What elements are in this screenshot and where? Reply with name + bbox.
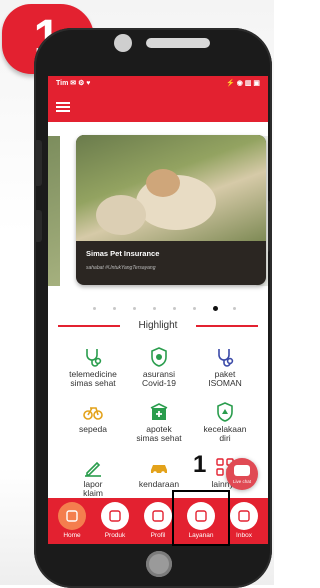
highlight-label: sepeda <box>79 424 107 434</box>
inbox-icon <box>230 502 258 530</box>
nav-item-produk[interactable]: Produk <box>95 502 135 539</box>
divider <box>196 325 258 327</box>
status-bar: Tim ✉ ⚙ ♥ ⚡ ◉ ▥ ▣ <box>48 76 268 92</box>
speaker-grille <box>146 38 210 48</box>
nav-item-home[interactable]: Home <box>52 502 92 539</box>
carousel-dot[interactable] <box>93 307 96 310</box>
highlight-item[interactable]: paket ISOMAN <box>190 347 260 388</box>
home-icon <box>58 502 86 530</box>
divider <box>58 325 120 327</box>
carousel-peek-left[interactable] <box>48 136 60 286</box>
camera-icon <box>114 34 132 52</box>
lock-profile-icon <box>144 502 172 530</box>
nav-label: Inbox <box>236 532 252 539</box>
carousel-dot[interactable] <box>213 306 218 311</box>
highlight-label: lapor klaim <box>83 479 103 498</box>
carousel-dot[interactable] <box>173 307 176 310</box>
side-button <box>34 210 42 242</box>
menu-icon[interactable] <box>56 102 70 112</box>
promo-card[interactable]: Simas Pet Insurance sahabat #UntukYangTe… <box>76 135 266 285</box>
pet-photo <box>76 135 266 241</box>
live-chat-label: Live chat <box>232 479 251 484</box>
report-pen-icon <box>83 457 103 477</box>
highlight-item[interactable]: asuransi Covid-19 <box>124 347 194 388</box>
carousel-dots <box>88 305 248 313</box>
highlight-label: telemedicine simas sehat <box>69 369 117 388</box>
bottom-nav: Home Produk Profil Layanan Inbox <box>48 498 268 544</box>
highlight-item[interactable]: apotek simas sehat <box>124 402 194 443</box>
highlight-label: paket ISOMAN <box>208 369 242 388</box>
carousel-dot[interactable] <box>113 307 116 310</box>
annotation-number: 1 <box>193 451 207 478</box>
nav-label: Produk <box>104 532 126 539</box>
annotation-target-box <box>172 490 230 546</box>
cat-shape <box>146 169 180 197</box>
shopping-bag-icon <box>101 502 129 530</box>
section-title: Highlight <box>138 320 178 331</box>
highlight-label: kecelakaan diri <box>203 424 247 443</box>
card-title: Simas Pet Insurance <box>86 249 160 258</box>
carousel-dot[interactable] <box>153 307 156 310</box>
pharmacy-icon <box>149 402 169 422</box>
highlight-item[interactable]: telemedicine simas sehat <box>58 347 128 388</box>
highlight-item[interactable]: lapor klaim <box>58 457 128 498</box>
stethoscope-icon <box>215 347 235 367</box>
phone-home-button[interactable] <box>146 551 172 577</box>
chat-bubble-icon <box>234 465 250 476</box>
car-icon <box>149 457 169 477</box>
side-button <box>34 140 42 186</box>
section-header: Highlight <box>48 319 268 333</box>
app-bar <box>48 92 268 122</box>
highlight-label: kendaraan <box>138 479 180 489</box>
carousel-dot[interactable] <box>233 307 236 310</box>
card-subtitle: sahabat #UntukYangTersayang <box>86 265 156 271</box>
highlight-item[interactable]: kecelakaan diri <box>190 402 260 443</box>
live-chat-button[interactable]: Live chat <box>226 458 258 490</box>
carousel-dot[interactable] <box>133 307 136 310</box>
highlight-item[interactable]: kendaraan <box>124 457 194 489</box>
highlight-item[interactable]: sepeda <box>58 402 128 434</box>
carousel-dot[interactable] <box>193 307 196 310</box>
virus-shield-icon <box>149 347 169 367</box>
highlight-label: asuransi Covid-19 <box>141 369 177 388</box>
highlight-label: apotek simas sehat <box>136 424 182 443</box>
nav-item-inbox[interactable]: Inbox <box>224 502 264 539</box>
accident-icon <box>215 402 235 422</box>
status-right: ⚡ ◉ ▥ ▣ <box>226 80 260 87</box>
nav-label: Home <box>63 532 81 539</box>
bicycle-icon <box>83 402 103 422</box>
status-left: Tim ✉ ⚙ ♥ <box>56 80 91 87</box>
stethoscope-icon <box>83 347 103 367</box>
dog-head-shape <box>96 195 146 235</box>
